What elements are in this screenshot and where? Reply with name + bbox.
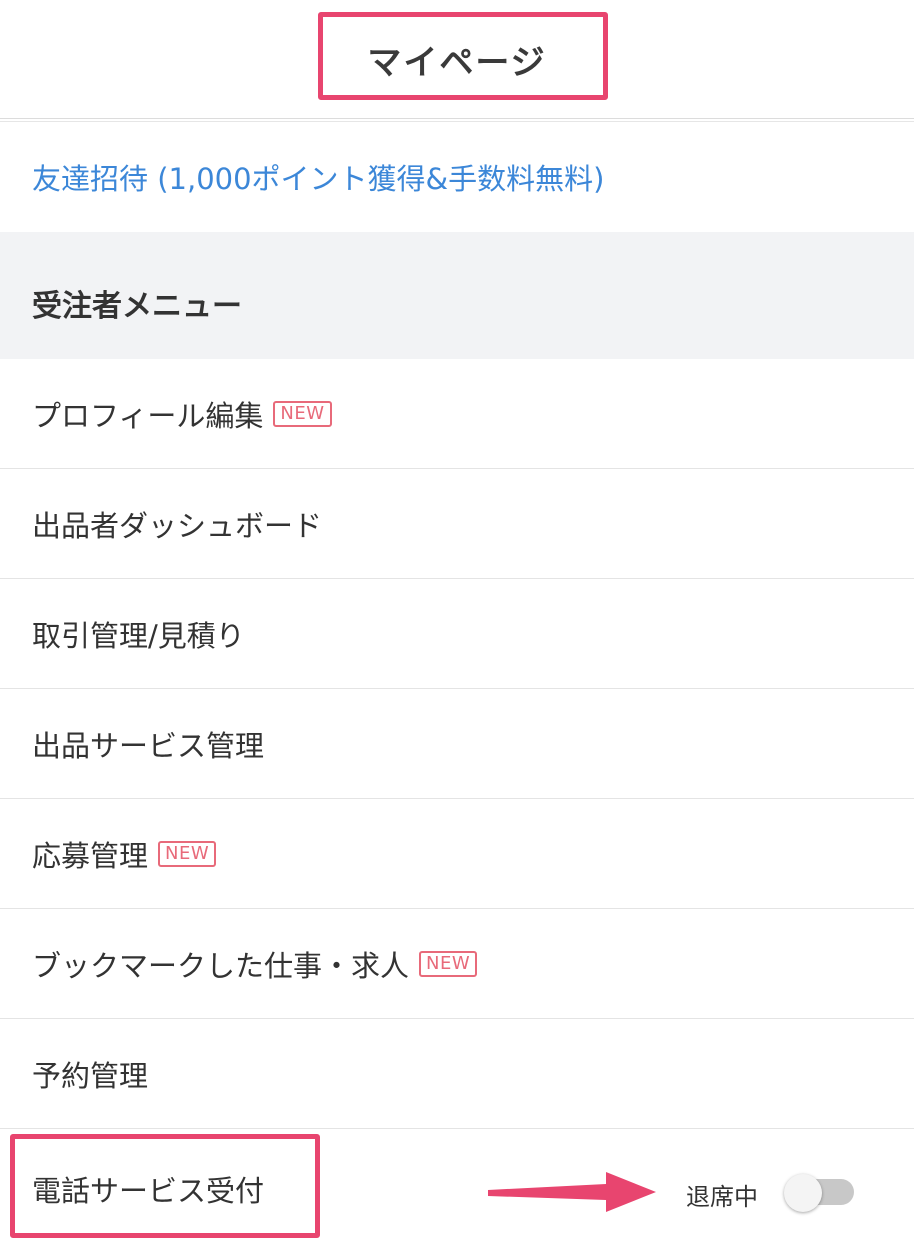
new-badge: NEW	[158, 840, 217, 867]
menu-item-label: 出品者ダッシュボード	[32, 508, 323, 543]
phone-service-toggle[interactable]	[784, 1174, 856, 1212]
invite-row: 友達招待 (1,000ポイント獲得&手数料無料)	[0, 122, 914, 232]
menu-item-service-management[interactable]: 出品サービス管理	[0, 689, 914, 799]
menu-item-transactions[interactable]: 取引管理/見積り	[0, 579, 914, 689]
contractor-menu: プロフィール編集 NEW 出品者ダッシュボード 取引管理/見積り 出品サービス管…	[0, 359, 914, 1129]
menu-item-seller-dashboard[interactable]: 出品者ダッシュボード	[0, 469, 914, 579]
menu-item-label: ブックマークした仕事・求人	[32, 948, 410, 983]
section-header: 受注者メニュー	[0, 232, 914, 359]
menu-item-label: 取引管理/見積り	[32, 618, 245, 653]
menu-item-label: 応募管理	[32, 838, 149, 873]
section-title: 受注者メニュー	[32, 289, 242, 324]
invite-friends-link[interactable]: 友達招待 (1,000ポイント獲得&手数料無料)	[32, 156, 604, 198]
menu-item-applications[interactable]: 応募管理 NEW	[0, 799, 914, 909]
menu-item-profile-edit[interactable]: プロフィール編集 NEW	[0, 359, 914, 469]
arrow-right-icon	[488, 1172, 656, 1212]
menu-item-bookmarked-jobs[interactable]: ブックマークした仕事・求人 NEW	[0, 909, 914, 1019]
new-badge: NEW	[419, 950, 478, 977]
menu-item-label: 出品サービス管理	[32, 728, 265, 763]
phone-status-text: 退席中	[686, 1183, 758, 1211]
menu-item-reservations[interactable]: 予約管理	[0, 1019, 914, 1129]
phone-highlight-box	[10, 1134, 320, 1238]
title-highlight-box	[318, 12, 608, 100]
new-badge: NEW	[273, 400, 332, 427]
toggle-knob	[784, 1174, 822, 1212]
menu-item-label: 予約管理	[32, 1058, 149, 1093]
menu-item-label: プロフィール編集	[32, 398, 264, 433]
